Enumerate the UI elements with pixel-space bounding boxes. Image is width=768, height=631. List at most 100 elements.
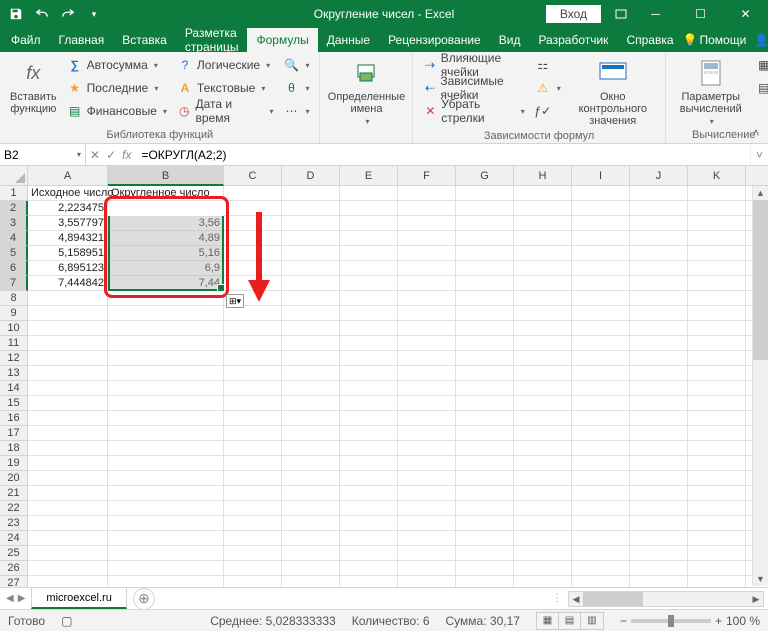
- row-header[interactable]: 11: [0, 336, 28, 351]
- cell[interactable]: [630, 381, 688, 396]
- cell[interactable]: [28, 426, 108, 441]
- cell[interactable]: 6,9: [108, 261, 224, 276]
- formula-input[interactable]: [135, 148, 750, 162]
- column-header[interactable]: C: [224, 166, 282, 186]
- sheet-nav-prev-icon[interactable]: ◀: [6, 593, 14, 604]
- cell[interactable]: [572, 561, 630, 576]
- cell[interactable]: [282, 411, 340, 426]
- cell[interactable]: [456, 231, 514, 246]
- cell[interactable]: [340, 306, 398, 321]
- cell[interactable]: [28, 561, 108, 576]
- watch-window-button[interactable]: Окно контрольного значения: [567, 54, 659, 130]
- cell[interactable]: [572, 426, 630, 441]
- cell[interactable]: [224, 231, 282, 246]
- lookup-button[interactable]: 🔍▾: [279, 54, 313, 76]
- cell[interactable]: [282, 186, 340, 201]
- tab-рецензирование[interactable]: Рецензирование: [379, 28, 490, 52]
- cell[interactable]: [630, 336, 688, 351]
- row-header[interactable]: 26: [0, 561, 28, 576]
- cell[interactable]: [456, 261, 514, 276]
- cell[interactable]: [398, 246, 456, 261]
- cell[interactable]: [514, 381, 572, 396]
- trace-dependents-button[interactable]: ⇠Зависимые ячейки: [419, 77, 528, 99]
- cell[interactable]: [514, 471, 572, 486]
- cell[interactable]: [108, 486, 224, 501]
- zoom-in-button[interactable]: +: [715, 614, 722, 628]
- cell[interactable]: [108, 351, 224, 366]
- cell[interactable]: [28, 366, 108, 381]
- cell[interactable]: [514, 351, 572, 366]
- cell[interactable]: [282, 486, 340, 501]
- cell[interactable]: [688, 516, 746, 531]
- cell[interactable]: [398, 291, 456, 306]
- column-header[interactable]: D: [282, 166, 340, 186]
- cell[interactable]: [340, 396, 398, 411]
- cell[interactable]: [688, 441, 746, 456]
- cell[interactable]: [398, 351, 456, 366]
- cell[interactable]: [108, 531, 224, 546]
- cell[interactable]: [630, 306, 688, 321]
- cell[interactable]: [224, 276, 282, 291]
- cell[interactable]: 3,557797: [28, 216, 108, 231]
- cell[interactable]: [456, 186, 514, 201]
- cell[interactable]: [630, 186, 688, 201]
- cell[interactable]: [514, 261, 572, 276]
- cell[interactable]: [28, 396, 108, 411]
- cell[interactable]: [688, 531, 746, 546]
- cell[interactable]: [398, 516, 456, 531]
- cell[interactable]: [340, 531, 398, 546]
- cell[interactable]: [572, 471, 630, 486]
- cell[interactable]: [28, 306, 108, 321]
- login-button[interactable]: Вход: [546, 5, 601, 23]
- cell[interactable]: [456, 576, 514, 587]
- cell[interactable]: [398, 201, 456, 216]
- zoom-out-button[interactable]: −: [620, 614, 627, 628]
- cell[interactable]: [340, 201, 398, 216]
- cell[interactable]: [456, 396, 514, 411]
- cell[interactable]: Исходное число: [28, 186, 108, 201]
- cell[interactable]: [514, 291, 572, 306]
- cell[interactable]: [688, 486, 746, 501]
- cell[interactable]: [224, 456, 282, 471]
- cell[interactable]: [398, 471, 456, 486]
- cell[interactable]: [108, 456, 224, 471]
- more-fn-button[interactable]: ⋯▾: [279, 100, 313, 122]
- cell[interactable]: [224, 186, 282, 201]
- hscroll-thumb[interactable]: [583, 592, 643, 606]
- cell[interactable]: [340, 546, 398, 561]
- row-header[interactable]: 10: [0, 321, 28, 336]
- cell[interactable]: [630, 471, 688, 486]
- accept-formula-icon[interactable]: ✓: [106, 148, 116, 162]
- scroll-right-icon[interactable]: ▶: [749, 592, 763, 606]
- cell[interactable]: [340, 411, 398, 426]
- row-header[interactable]: 9: [0, 306, 28, 321]
- row-header[interactable]: 4: [0, 231, 28, 246]
- cell[interactable]: [688, 561, 746, 576]
- cell[interactable]: [456, 351, 514, 366]
- cell[interactable]: [688, 546, 746, 561]
- cell[interactable]: [108, 441, 224, 456]
- cell[interactable]: [224, 351, 282, 366]
- cell[interactable]: [456, 456, 514, 471]
- cell[interactable]: [630, 351, 688, 366]
- cell[interactable]: [398, 441, 456, 456]
- cell[interactable]: 4,894321: [28, 231, 108, 246]
- row-header[interactable]: 15: [0, 396, 28, 411]
- cell[interactable]: 4,89: [108, 231, 224, 246]
- cell[interactable]: [572, 336, 630, 351]
- cell[interactable]: [688, 351, 746, 366]
- cell[interactable]: [688, 216, 746, 231]
- calc-options-button[interactable]: Параметры вычислений ▾: [672, 54, 750, 129]
- cell[interactable]: [514, 546, 572, 561]
- cell[interactable]: [398, 276, 456, 291]
- cell[interactable]: [688, 501, 746, 516]
- row-header[interactable]: 6: [0, 261, 28, 276]
- cell[interactable]: [514, 486, 572, 501]
- cell[interactable]: [688, 336, 746, 351]
- cell[interactable]: [630, 426, 688, 441]
- cell[interactable]: [572, 201, 630, 216]
- cell[interactable]: [224, 486, 282, 501]
- cell[interactable]: [630, 366, 688, 381]
- calc-sheet-button[interactable]: ▤: [752, 77, 768, 99]
- remove-arrows-button[interactable]: ✕Убрать стрелки▾: [419, 100, 528, 122]
